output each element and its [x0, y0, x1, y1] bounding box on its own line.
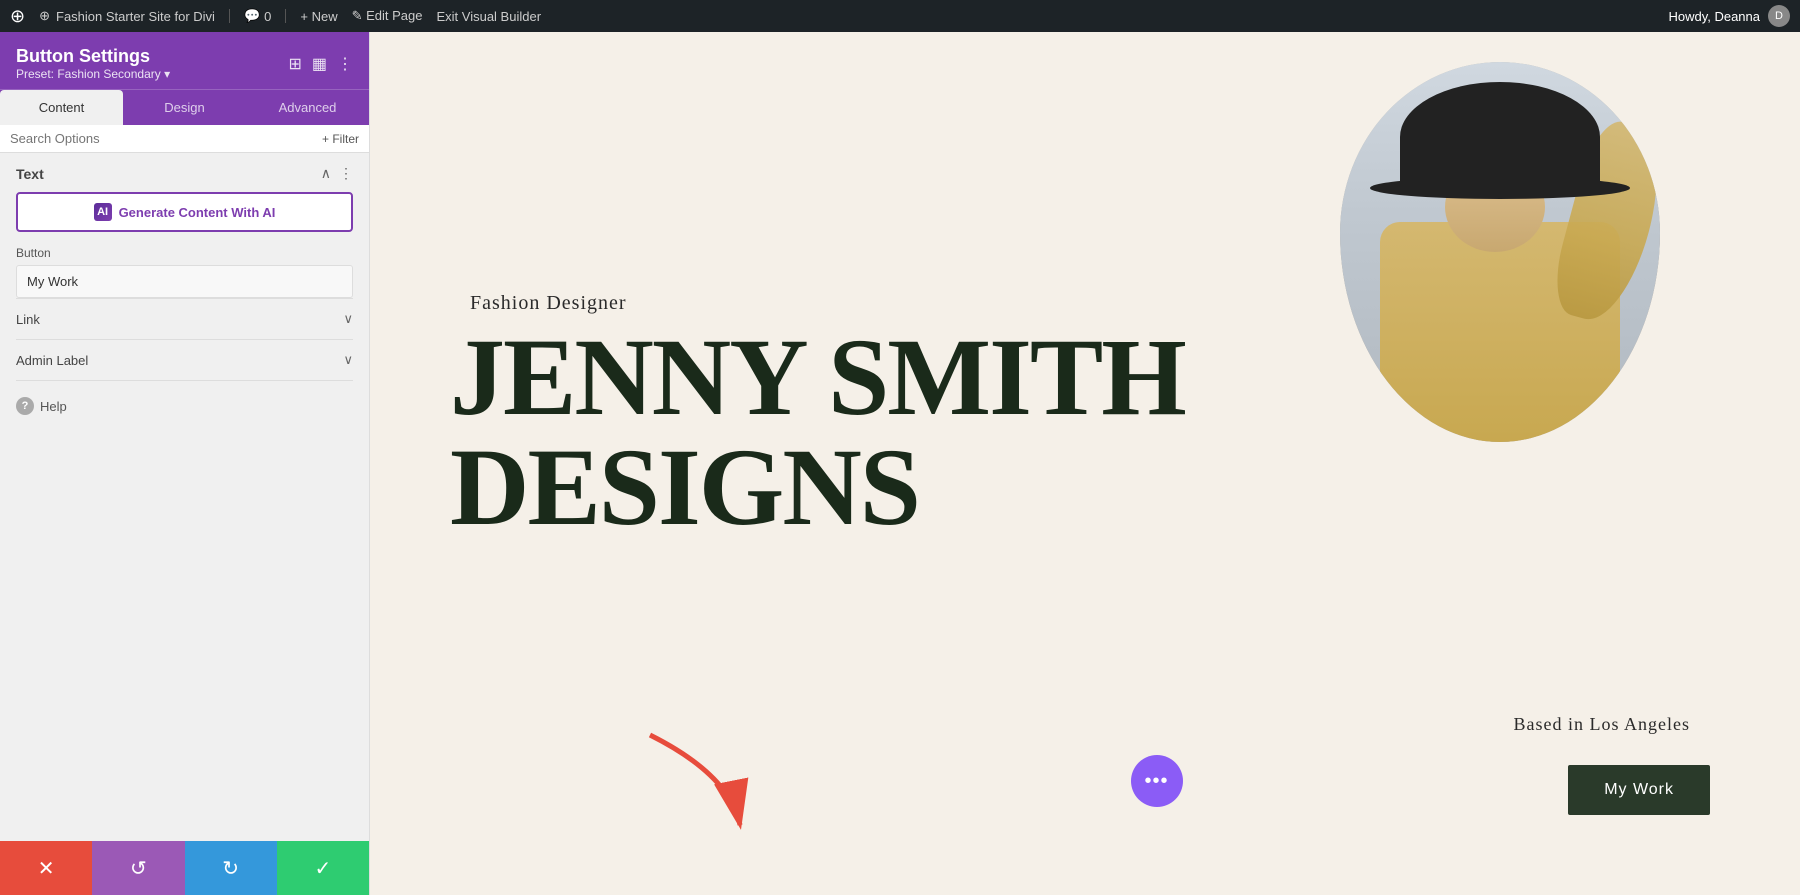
site-name[interactable]: ⊕ Fashion Starter Site for Divi — [39, 8, 215, 24]
text-section-more-icon[interactable]: ⋮ — [339, 165, 353, 182]
hero-location: Based in Los Angeles — [1514, 714, 1690, 735]
panel-title: Button Settings — [16, 46, 288, 67]
admin-chevron-icon: ∨ — [343, 352, 353, 368]
hero-subtitle: Fashion Designer — [470, 292, 627, 315]
text-section-title: Text — [16, 166, 44, 182]
search-input[interactable] — [10, 131, 316, 146]
layout-icon[interactable]: ▦ — [312, 54, 327, 74]
button-text-input[interactable] — [16, 265, 353, 298]
button-field-label: Button — [16, 246, 353, 260]
admin-label-section-row[interactable]: Admin Label ∨ — [16, 339, 353, 380]
portrait-container — [1320, 62, 1680, 482]
cancel-button[interactable]: ✕ — [0, 841, 92, 895]
hero-section: Fashion Designer JENNY SMITH DESIGNS Bas… — [370, 32, 1800, 895]
help-row[interactable]: ? Help — [16, 380, 353, 431]
link-section-row[interactable]: Link ∨ — [16, 298, 353, 339]
top-navigation-bar: ⊕ ⊕ Fashion Starter Site for Divi 💬 0 + … — [0, 0, 1800, 32]
tab-advanced[interactable]: Advanced — [246, 90, 369, 125]
responsive-preview-icon[interactable]: ⊞ — [288, 54, 301, 74]
new-content-button[interactable]: + New — [300, 9, 337, 24]
text-section-collapse-icon[interactable]: ∧ — [321, 165, 331, 182]
wordpress-logo-icon[interactable]: ⊕ — [10, 6, 25, 27]
comment-icon: 💬 — [244, 8, 260, 24]
canvas-area: Fashion Designer JENNY SMITH DESIGNS Bas… — [370, 32, 1800, 895]
panel-content: Text ∧ ⋮ AI Generate Content With AI But… — [0, 153, 369, 841]
comment-button[interactable]: 💬 0 — [244, 8, 271, 24]
edit-page-button[interactable]: ✎ Edit Page — [352, 8, 423, 24]
hero-title: JENNY SMITH DESIGNS — [450, 322, 1185, 542]
more-options-icon[interactable]: ⋮ — [337, 54, 353, 74]
dots-menu-button[interactable]: ••• — [1131, 755, 1183, 807]
ai-icon: AI — [94, 203, 112, 221]
admin-label: Admin Label — [16, 353, 88, 368]
link-chevron-icon: ∨ — [343, 311, 353, 327]
user-avatar[interactable]: D — [1768, 5, 1790, 27]
link-label: Link — [16, 312, 40, 327]
main-layout: Button Settings Preset: Fashion Secondar… — [0, 32, 1800, 895]
search-bar: + Filter — [0, 125, 369, 153]
text-section-header: Text ∧ ⋮ — [16, 165, 353, 182]
redo-button[interactable]: ↻ — [185, 841, 277, 895]
generate-ai-button[interactable]: AI Generate Content With AI — [16, 192, 353, 232]
exit-visual-builder-button[interactable]: Exit Visual Builder — [436, 9, 541, 24]
button-field-group: Button — [16, 246, 353, 298]
portrait-oval — [1340, 62, 1660, 442]
settings-panel: Button Settings Preset: Fashion Secondar… — [0, 32, 370, 895]
tab-design[interactable]: Design — [123, 90, 246, 125]
hero-cta-button[interactable]: My Work — [1568, 765, 1710, 815]
panel-header: Button Settings Preset: Fashion Secondar… — [0, 32, 369, 89]
panel-tabs: Content Design Advanced — [0, 89, 369, 125]
save-button[interactable]: ✓ — [277, 841, 369, 895]
tab-content[interactable]: Content — [0, 90, 123, 125]
arrow-annotation — [570, 715, 770, 845]
help-icon: ? — [16, 397, 34, 415]
bottom-action-bar: ✕ ↺ ↻ ✓ — [0, 841, 369, 895]
panel-preset[interactable]: Preset: Fashion Secondary ▾ — [16, 67, 288, 81]
undo-button[interactable]: ↺ — [92, 841, 184, 895]
wordpress-ring-icon: ⊕ — [39, 8, 50, 24]
howdy-label: Howdy, Deanna — [1668, 9, 1760, 24]
filter-button[interactable]: + Filter — [322, 132, 359, 146]
help-label: Help — [40, 399, 67, 414]
